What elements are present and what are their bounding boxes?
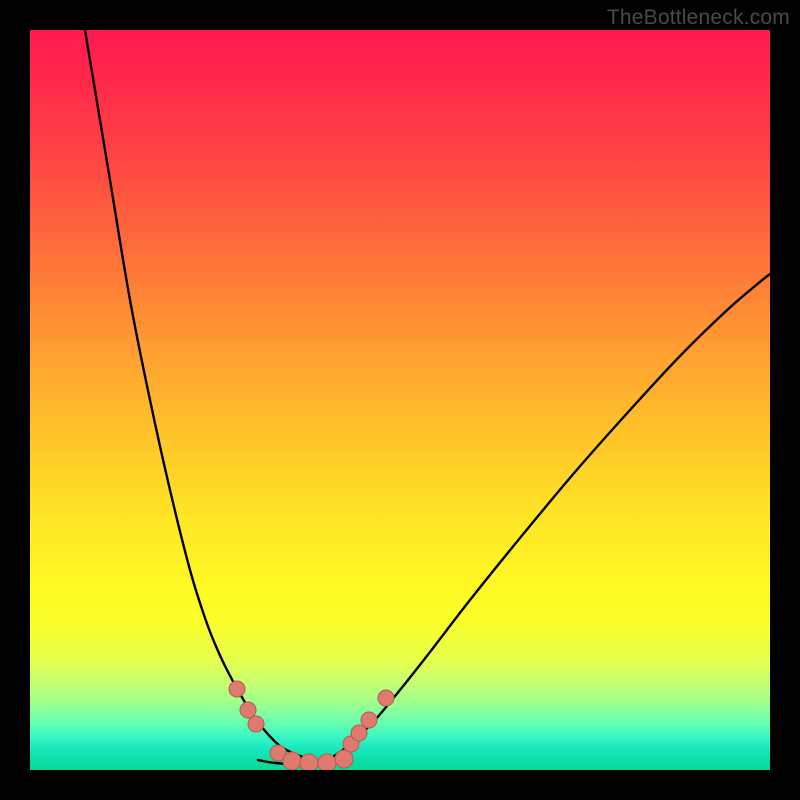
data-marker: [361, 712, 377, 728]
data-marker: [351, 725, 367, 741]
data-marker: [240, 702, 256, 718]
data-marker: [248, 716, 264, 732]
plot-area: [30, 30, 770, 770]
data-marker: [300, 754, 318, 770]
watermark-text: TheBottleneck.com: [607, 6, 790, 30]
chart-frame: TheBottleneck.com: [0, 0, 800, 800]
data-marker: [283, 752, 301, 770]
curve-left-branch: [85, 30, 312, 760]
curves-svg: [30, 30, 770, 770]
data-marker: [335, 750, 353, 768]
data-marker: [378, 690, 394, 706]
data-marker: [318, 754, 336, 770]
data-marker: [229, 681, 245, 697]
curve-right-branch: [328, 274, 770, 760]
